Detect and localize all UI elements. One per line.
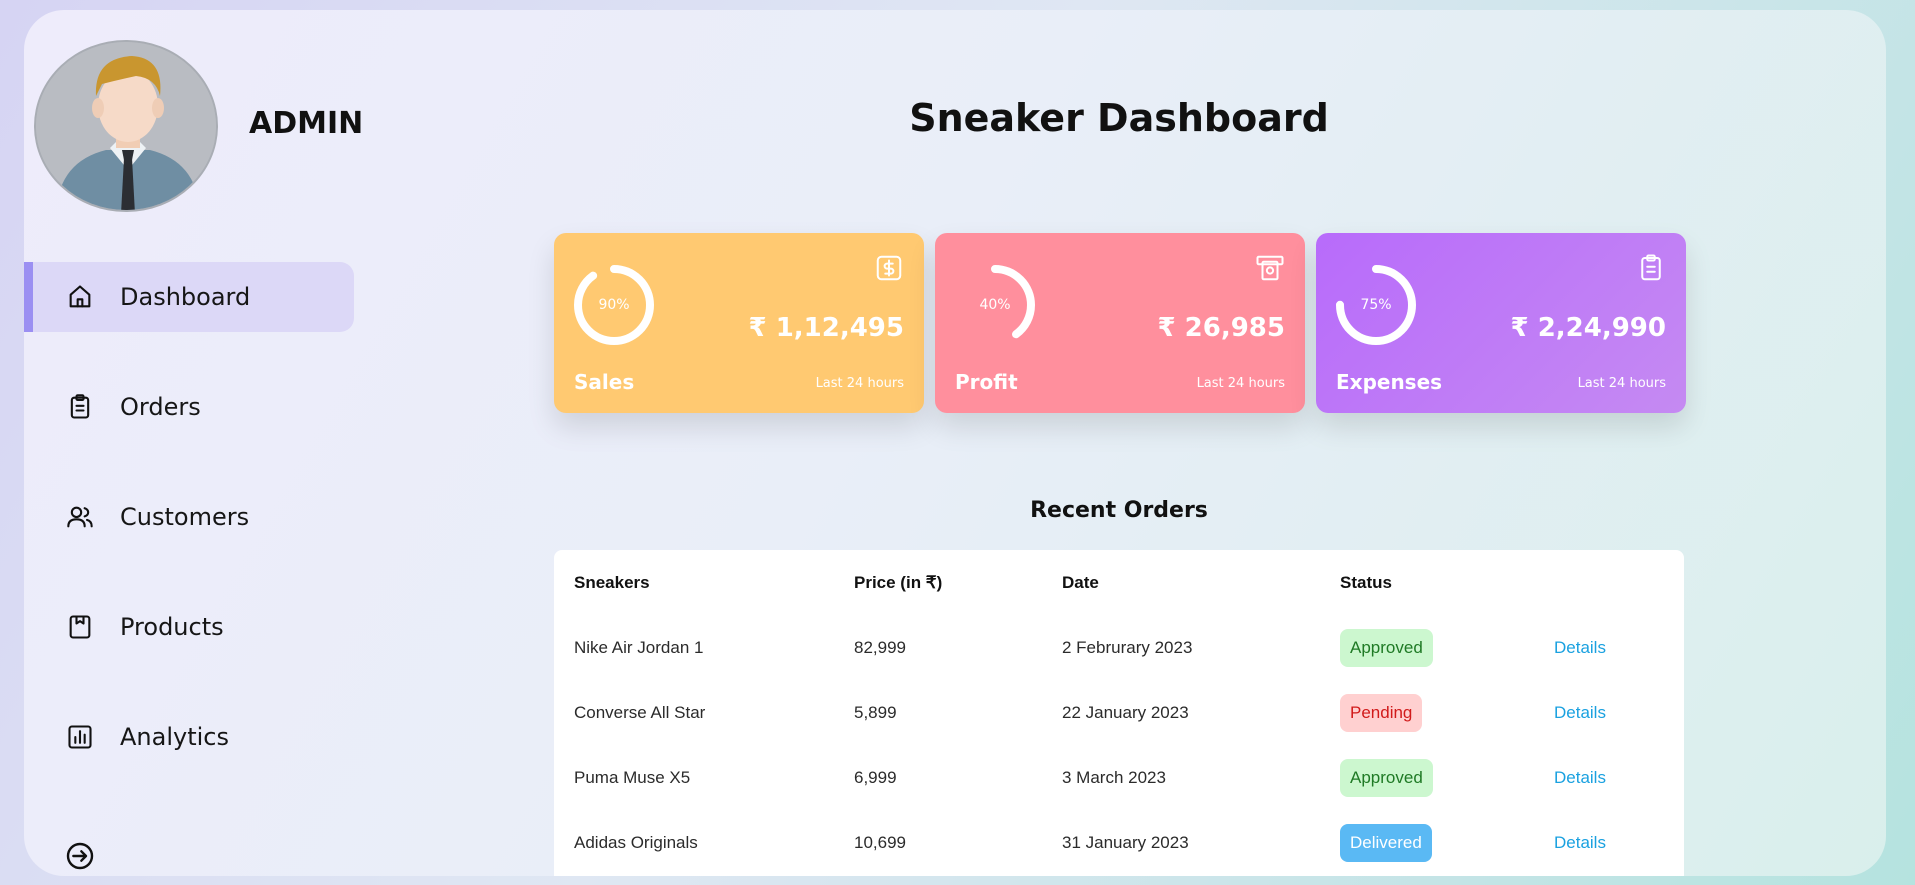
logout-icon[interactable] — [64, 840, 96, 872]
profit-label: Profit — [955, 370, 1018, 394]
order-date: 31 January 2023 — [1062, 832, 1189, 852]
details-link[interactable]: Details — [1554, 703, 1606, 722]
column-header-status: Status — [1340, 572, 1392, 592]
price: 82,999 — [854, 637, 906, 657]
atm-icon — [1255, 253, 1285, 283]
admin-name: ADMIN — [249, 106, 364, 141]
home-icon — [64, 281, 96, 313]
profit-percent: 40% — [979, 297, 1011, 313]
status-badge: Approved — [1340, 628, 1433, 667]
expenses-label: Expenses — [1336, 370, 1443, 394]
sidebar: ADMIN Dashboard Orders Customers Product… — [24, 10, 363, 876]
bar-chart-icon — [64, 721, 96, 753]
sales-label: Sales — [574, 370, 635, 394]
dollar-icon — [874, 253, 904, 283]
sneaker-name: Puma Muse X5 — [574, 767, 691, 787]
column-header-action — [1534, 550, 1684, 615]
details-link[interactable]: Details — [1554, 833, 1606, 852]
price: 10,699 — [854, 832, 906, 852]
details-link[interactable]: Details — [1554, 768, 1606, 787]
details-link[interactable]: Details — [1554, 638, 1606, 657]
sidebar-item-label: Products — [120, 613, 224, 641]
sales-percent: 90% — [598, 297, 630, 313]
profit-value: ₹ 26,985 — [1157, 313, 1285, 343]
table-row: Converse All Star 5,899 22 January 2023 … — [554, 680, 1684, 745]
order-date: 2 Februrary 2023 — [1062, 637, 1193, 657]
table-row: Puma Muse X5 6,999 3 March 2023 Approved… — [554, 745, 1684, 810]
sidebar-item-label: Analytics — [120, 723, 229, 751]
recent-orders-table: Sneakers Price (in ₹) Date Status Nike A… — [554, 550, 1684, 876]
expenses-period: Last 24 hours — [1577, 376, 1666, 391]
column-header-sneakers: Sneakers — [574, 572, 650, 592]
price: 6,999 — [854, 767, 897, 787]
column-header-price: Price (in ₹) — [854, 572, 943, 592]
table-header-row: Sneakers Price (in ₹) Date Status — [554, 550, 1684, 615]
sneaker-name: Adidas Originals — [574, 832, 698, 852]
avatar[interactable] — [34, 40, 218, 212]
recent-orders-title: Recent Orders — [1030, 498, 1208, 523]
table-row: Adidas Originals 10,699 31 January 2023 … — [554, 810, 1684, 875]
box-icon — [64, 611, 96, 643]
sales-period: Last 24 hours — [815, 376, 904, 391]
profit-period: Last 24 hours — [1196, 376, 1285, 391]
sidebar-item-analytics[interactable]: Analytics — [24, 702, 354, 772]
profit-card[interactable]: 40% ₹ 26,985 Profit Last 24 hours — [935, 233, 1305, 413]
status-badge: Pending — [1340, 693, 1423, 732]
avatar-illustration — [36, 42, 216, 210]
sneaker-name: Nike Air Jordan 1 — [574, 637, 704, 657]
expenses-card[interactable]: 75% ₹ 2,24,990 Expenses Last 24 hours — [1316, 233, 1686, 413]
page-title: Sneaker Dashboard — [909, 96, 1329, 140]
expenses-value: ₹ 2,24,990 — [1510, 313, 1666, 343]
clipboard-icon — [64, 391, 96, 423]
sidebar-item-label: Dashboard — [120, 283, 251, 311]
sidebar-item-products[interactable]: Products — [24, 592, 354, 662]
order-date: 22 January 2023 — [1062, 702, 1189, 722]
sales-card[interactable]: 90% ₹ 1,12,495 Sales Last 24 hours — [554, 233, 924, 413]
sidebar-item-label: Customers — [120, 503, 250, 531]
price: 5,899 — [854, 702, 897, 722]
users-icon — [64, 501, 96, 533]
sneaker-name: Converse All Star — [574, 702, 706, 722]
column-header-date: Date — [1062, 572, 1099, 592]
table-row: Nike Air Jordan 1 82,999 2 Februrary 202… — [554, 615, 1684, 680]
status-badge: Delivered — [1340, 823, 1432, 862]
status-badge: Approved — [1340, 758, 1433, 797]
sales-value: ₹ 1,12,495 — [748, 313, 904, 343]
order-date: 3 March 2023 — [1062, 767, 1166, 787]
sidebar-item-orders[interactable]: Orders — [24, 372, 354, 442]
clipboard-icon — [1636, 253, 1666, 283]
app-window: ADMIN Dashboard Orders Customers Product… — [24, 10, 1886, 876]
sidebar-item-customers[interactable]: Customers — [24, 482, 354, 552]
expenses-percent: 75% — [1360, 297, 1392, 313]
sidebar-item-dashboard[interactable]: Dashboard — [24, 262, 354, 332]
sidebar-item-label: Orders — [120, 393, 201, 421]
